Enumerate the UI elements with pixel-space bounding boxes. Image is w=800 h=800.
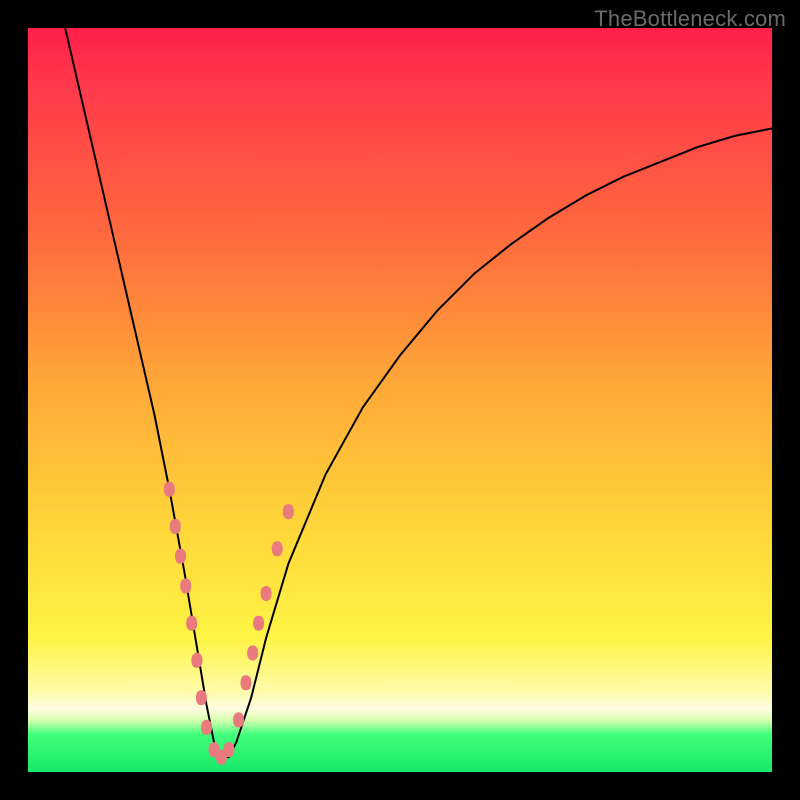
marker-point [247,645,258,660]
bottleneck-curve [65,28,772,757]
marker-point [186,616,197,631]
marker-point [283,504,294,519]
plot-area [28,28,772,772]
highlighted-points [164,482,294,765]
marker-point [164,482,175,497]
marker-point [253,616,264,631]
marker-point [180,579,191,594]
marker-point [240,675,251,690]
marker-point [191,653,202,668]
outer-frame: TheBottleneck.com [0,0,800,800]
marker-point [196,690,207,705]
marker-point [201,720,212,735]
marker-point [233,712,244,727]
chart-svg [28,28,772,772]
marker-point [261,586,272,601]
curve-line [65,28,772,757]
marker-point [175,549,186,564]
marker-point [170,519,181,534]
marker-point [223,742,234,757]
marker-point [272,541,283,556]
